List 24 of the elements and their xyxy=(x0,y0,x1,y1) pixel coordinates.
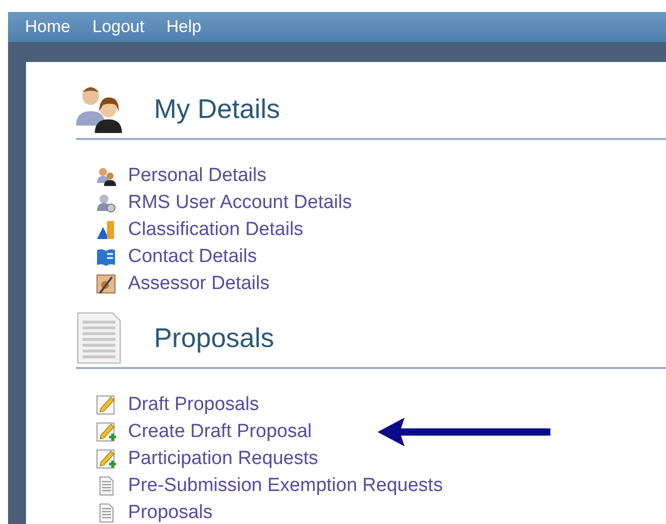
pencil-icon xyxy=(96,394,116,414)
book-icon xyxy=(96,246,116,266)
nav-link[interactable]: Pre-Submission Exemption Requests xyxy=(128,474,443,496)
nav-link[interactable]: RMS User Account Details xyxy=(128,192,352,214)
pencil-plus-icon xyxy=(96,448,116,468)
section-title: My Details xyxy=(154,94,280,124)
user-gear-icon xyxy=(96,192,116,212)
nav-link[interactable]: Participation Requests xyxy=(128,448,318,470)
nav-link[interactable]: Assessor Details xyxy=(128,272,270,294)
nav-link[interactable]: Draft Proposals xyxy=(128,394,259,416)
section-title: Proposals xyxy=(154,322,274,354)
nav-link[interactable]: Proposals xyxy=(128,502,212,524)
person-pencil-icon xyxy=(96,274,116,294)
nav-link[interactable]: Classification Details xyxy=(128,218,304,240)
shapes-icon xyxy=(96,220,116,240)
people-icon xyxy=(74,84,124,134)
people-icon xyxy=(96,166,116,186)
pencil-plus-icon xyxy=(96,422,116,442)
nav-link[interactable]: Contact Details xyxy=(128,246,257,268)
nav-link[interactable]: Personal Details xyxy=(128,164,266,186)
nav-link[interactable]: Create Draft Proposal xyxy=(128,420,312,442)
nav-link[interactable]: Home xyxy=(25,17,70,37)
nav-link[interactable]: Help xyxy=(166,17,202,37)
nav-link[interactable]: Logout xyxy=(92,17,144,37)
